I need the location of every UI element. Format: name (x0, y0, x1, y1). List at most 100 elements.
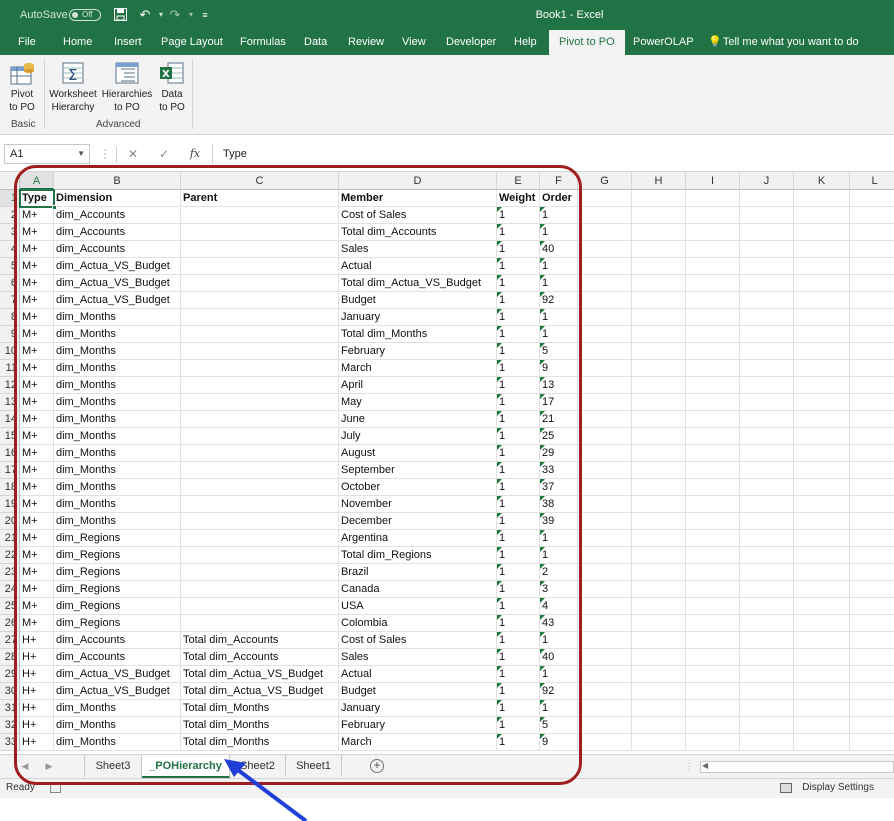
table-cell[interactable] (794, 547, 850, 564)
table-cell[interactable] (686, 309, 740, 326)
column-header-l[interactable]: L (850, 172, 894, 190)
table-cell[interactable]: Colombia (339, 615, 497, 632)
table-cell[interactable] (850, 666, 894, 683)
table-cell[interactable] (181, 224, 339, 241)
table-cell[interactable]: dim_Actua_VS_Budget (54, 275, 181, 292)
table-cell[interactable] (850, 309, 894, 326)
table-cell[interactable]: M+ (20, 343, 54, 360)
table-cell[interactable] (181, 343, 339, 360)
sheet-tab-sheet3[interactable]: Sheet3 (84, 755, 142, 777)
header-cell[interactable]: Order (540, 190, 578, 207)
column-header-h[interactable]: H (632, 172, 686, 190)
table-cell[interactable] (850, 547, 894, 564)
table-cell[interactable]: 2 (540, 564, 578, 581)
error-indicator-icon[interactable] (497, 547, 502, 552)
table-cell[interactable]: 1 (497, 615, 540, 632)
table-cell[interactable]: dim_Regions (54, 615, 181, 632)
table-cell[interactable]: Budget (339, 292, 497, 309)
table-cell[interactable]: 1 (540, 530, 578, 547)
tell-me-box[interactable]: 💡 Tell me what you want to do (708, 30, 859, 55)
row-header[interactable]: 28 (0, 649, 20, 666)
table-cell[interactable] (686, 445, 740, 462)
table-cell[interactable]: 1 (540, 700, 578, 717)
table-cell[interactable]: 1 (497, 394, 540, 411)
table-cell[interactable]: 5 (540, 717, 578, 734)
table-cell[interactable] (181, 394, 339, 411)
table-cell[interactable]: 1 (497, 581, 540, 598)
table-cell[interactable] (578, 598, 632, 615)
table-cell[interactable]: dim_Months (54, 428, 181, 445)
table-cell[interactable]: H+ (20, 632, 54, 649)
table-cell[interactable] (850, 224, 894, 241)
table-cell[interactable] (686, 377, 740, 394)
table-cell[interactable] (632, 462, 686, 479)
table-cell[interactable]: M+ (20, 394, 54, 411)
table-cell[interactable]: M+ (20, 581, 54, 598)
table-cell[interactable] (740, 615, 794, 632)
column-header-j[interactable]: J (740, 172, 794, 190)
row-header[interactable]: 5 (0, 258, 20, 275)
tab-formulas[interactable]: Formulas (240, 30, 286, 55)
table-cell[interactable] (632, 632, 686, 649)
row-header[interactable]: 20 (0, 513, 20, 530)
table-cell[interactable] (794, 666, 850, 683)
table-cell[interactable]: 1 (497, 666, 540, 683)
table-cell[interactable] (740, 292, 794, 309)
table-cell[interactable]: dim_Months (54, 479, 181, 496)
table-cell[interactable] (794, 496, 850, 513)
table-cell[interactable]: 1 (497, 360, 540, 377)
error-indicator-icon[interactable] (540, 564, 545, 569)
error-indicator-icon[interactable] (497, 326, 502, 331)
error-indicator-icon[interactable] (497, 428, 502, 433)
table-cell[interactable]: Cost of Sales (339, 207, 497, 224)
table-cell[interactable]: Total dim_Months (181, 717, 339, 734)
table-cell[interactable] (740, 394, 794, 411)
table-cell[interactable]: 1 (497, 445, 540, 462)
table-cell[interactable]: 33 (540, 462, 578, 479)
error-indicator-icon[interactable] (497, 411, 502, 416)
table-cell[interactable] (686, 411, 740, 428)
row-header[interactable]: 31 (0, 700, 20, 717)
table-cell[interactable] (794, 309, 850, 326)
table-cell[interactable]: Budget (339, 683, 497, 700)
row-header[interactable]: 30 (0, 683, 20, 700)
table-cell[interactable] (578, 241, 632, 258)
table-cell[interactable]: 3 (540, 581, 578, 598)
sheet-tab-pohierarchy[interactable]: _POHierarchy (142, 755, 230, 778)
table-cell[interactable]: Actual (339, 258, 497, 275)
table-cell[interactable] (686, 343, 740, 360)
table-cell[interactable]: 1 (497, 411, 540, 428)
table-cell[interactable]: Total dim_Regions (339, 547, 497, 564)
table-cell[interactable] (740, 462, 794, 479)
row-header[interactable]: 13 (0, 394, 20, 411)
error-indicator-icon[interactable] (540, 666, 545, 671)
table-cell[interactable] (794, 564, 850, 581)
table-cell[interactable] (181, 326, 339, 343)
error-indicator-icon[interactable] (497, 360, 502, 365)
table-cell[interactable] (181, 377, 339, 394)
table-cell[interactable]: 9 (540, 734, 578, 751)
error-indicator-icon[interactable] (497, 700, 502, 705)
table-cell[interactable]: H+ (20, 734, 54, 751)
table-cell[interactable] (578, 632, 632, 649)
header-cell[interactable] (850, 190, 894, 207)
row-header[interactable]: 33 (0, 734, 20, 751)
table-cell[interactable] (578, 615, 632, 632)
table-cell[interactable]: M+ (20, 224, 54, 241)
table-cell[interactable] (181, 275, 339, 292)
table-cell[interactable] (578, 309, 632, 326)
table-cell[interactable]: 38 (540, 496, 578, 513)
error-indicator-icon[interactable] (497, 564, 502, 569)
table-cell[interactable]: 1 (540, 666, 578, 683)
table-cell[interactable] (578, 445, 632, 462)
table-cell[interactable] (686, 360, 740, 377)
table-cell[interactable]: M+ (20, 309, 54, 326)
table-cell[interactable] (686, 734, 740, 751)
table-cell[interactable]: dim_Months (54, 309, 181, 326)
table-cell[interactable] (850, 632, 894, 649)
table-cell[interactable]: M+ (20, 615, 54, 632)
table-cell[interactable]: 1 (540, 224, 578, 241)
tab-developer[interactable]: Developer (446, 30, 496, 55)
error-indicator-icon[interactable] (540, 275, 545, 280)
table-cell[interactable] (181, 564, 339, 581)
